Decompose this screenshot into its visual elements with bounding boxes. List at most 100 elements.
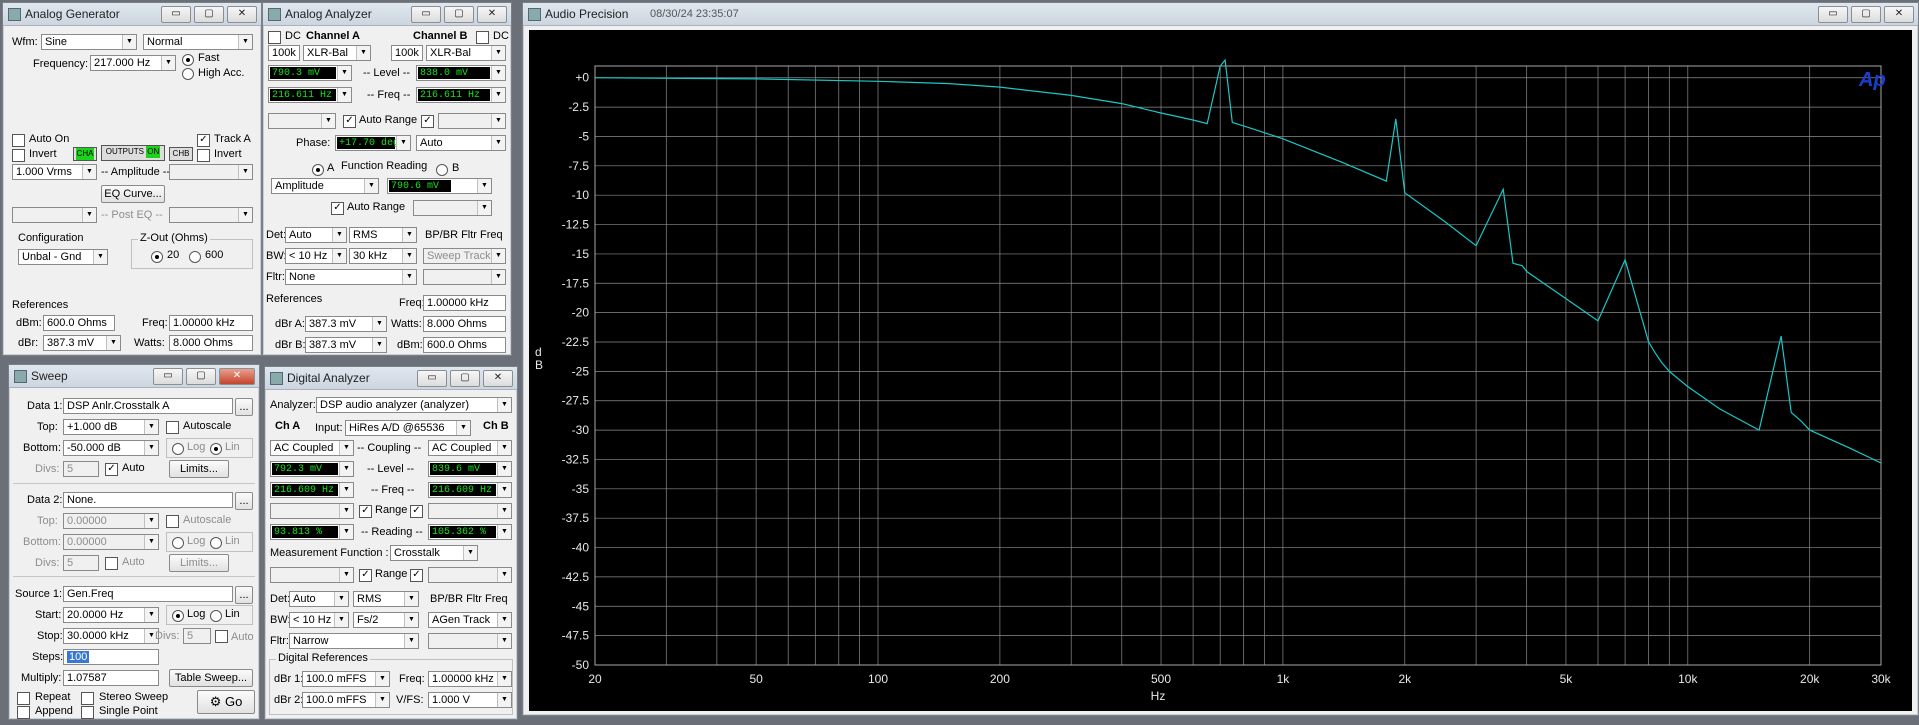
fn-range-b-checkbox[interactable]: ✓	[410, 569, 423, 582]
detector-select[interactable]: Auto ▼	[285, 227, 347, 243]
minimize-button[interactable]: ▭	[161, 6, 191, 23]
vfs-input[interactable]: 1.000 V ▼	[428, 692, 512, 708]
phase-meter[interactable]: +17.70 deg ▼	[335, 135, 411, 151]
limits2-button[interactable]: Limits...	[169, 554, 229, 572]
divs2-input[interactable]: 5	[63, 555, 99, 571]
minimize-button[interactable]: ▭	[153, 368, 183, 385]
track-a-checkbox[interactable]: ✓	[197, 134, 210, 147]
level-b-meter[interactable]: 838.0 mV ▼	[416, 65, 506, 81]
bw-high-select[interactable]: 30 kHz ▼	[349, 248, 417, 264]
steps-input[interactable]: 100	[63, 649, 159, 665]
lin2-radio[interactable]	[210, 537, 222, 549]
measurement-function-select[interactable]: Crosstalk ▼	[390, 545, 478, 561]
freq-a-meter[interactable]: 216.609 Hz ▼	[270, 482, 354, 498]
graph-titlebar[interactable]: Audio Precision 08/30/24 23:35:07 ▭ ▢ ✕	[523, 3, 1918, 26]
data1-field[interactable]: DSP Anlr.Crosstalk A	[63, 398, 233, 414]
dc-b-checkbox[interactable]	[476, 31, 489, 44]
function-range-select[interactable]: ▼	[413, 200, 492, 216]
multiply-input[interactable]: 1.07587	[63, 670, 159, 686]
range-a-select[interactable]: ▼	[270, 503, 354, 519]
amplitude-b-select[interactable]: ▼	[169, 164, 253, 180]
freq-b-meter[interactable]: 216.611 Hz ▼	[416, 87, 506, 103]
data2-browse-button[interactable]: ...	[235, 492, 253, 510]
auto-range-b-checkbox[interactable]: ✓	[421, 115, 434, 128]
dbm-ref-input[interactable]: 600.0 Ohms	[43, 315, 115, 331]
impedance-a-select[interactable]: 100k	[268, 45, 300, 61]
limits-button[interactable]: Limits...	[169, 460, 229, 478]
append-checkbox[interactable]	[17, 706, 30, 719]
level-a-meter[interactable]: 792.3 mV ▼	[270, 461, 354, 477]
reading-a-meter[interactable]: 93.813 % ▼	[270, 524, 354, 540]
post-eq-a-select[interactable]: ▼	[12, 207, 97, 223]
function-select[interactable]: Amplitude ▼	[271, 178, 379, 194]
repeat-checkbox[interactable]	[17, 692, 30, 705]
auto-divs2-checkbox[interactable]	[105, 557, 118, 570]
stop-input[interactable]: 30.0000 kHz ▼	[63, 628, 159, 644]
fn-range-a-select[interactable]: ▼	[270, 567, 354, 583]
fn-range-b-select[interactable]: ▼	[428, 567, 512, 583]
source1-browse-button[interactable]: ...	[235, 586, 253, 604]
sweep-titlebar[interactable]: Sweep ▭ ▢ ✕	[9, 365, 259, 388]
fn-range-a-checkbox[interactable]: ✓	[359, 569, 372, 582]
impedance-b-select[interactable]: 100k	[391, 45, 423, 61]
autoscale2-checkbox[interactable]	[166, 515, 179, 528]
reading-b-meter[interactable]: 105.362 % ▼	[428, 524, 512, 540]
dbr2-input[interactable]: 100.0 mFFS ▼	[302, 692, 390, 708]
gen-mode-select[interactable]: Normal ▼	[143, 34, 253, 50]
function-meter[interactable]: 790.6 mV ▼	[387, 178, 492, 194]
freq-a-meter[interactable]: 216.611 Hz ▼	[268, 87, 352, 103]
source1-field[interactable]: Gen.Freq	[63, 586, 233, 602]
range-a-checkbox[interactable]: ✓	[359, 505, 372, 518]
high-acc-radio[interactable]	[182, 68, 194, 80]
detector-select[interactable]: Auto ▼	[289, 591, 349, 607]
input-a-select[interactable]: XLR-Bal ▼	[303, 45, 371, 61]
start-input[interactable]: 20.0000 Hz ▼	[63, 607, 159, 623]
watts-input[interactable]: 8.000 Ohms	[423, 316, 506, 332]
maximize-button[interactable]: ▢	[186, 368, 216, 385]
maximize-button[interactable]: ▢	[1851, 6, 1881, 23]
outputs-button[interactable]: OUTPUTS ON	[101, 145, 165, 161]
divs-input[interactable]: 5	[63, 461, 99, 477]
freq-ref-input[interactable]: 1.00000 kHz	[423, 295, 506, 311]
freq-ref-input[interactable]: 1.00000 kHz	[169, 315, 253, 331]
coupling-b-select[interactable]: AC Coupled ▼	[428, 440, 512, 456]
data2-field[interactable]: None.	[63, 492, 233, 508]
dbr1-input[interactable]: 100.0 mFFS ▼	[302, 671, 390, 687]
close-button[interactable]: ✕	[477, 6, 507, 23]
single-point-checkbox[interactable]	[81, 706, 94, 719]
sweep-lin-radio[interactable]	[210, 610, 222, 622]
bw-high-select[interactable]: Fs/2 ▼	[353, 612, 419, 628]
auto-range-a-checkbox[interactable]: ✓	[343, 115, 356, 128]
range-a-select[interactable]: ▼	[268, 113, 336, 129]
eq-curve-button[interactable]: EQ Curve...	[101, 185, 165, 203]
log-radio[interactable]	[172, 443, 184, 455]
auto-range-fn-checkbox[interactable]: ✓	[331, 202, 344, 215]
dc-a-checkbox[interactable]	[268, 31, 281, 44]
z600-radio[interactable]	[189, 251, 201, 263]
close-button[interactable]: ✕	[227, 6, 257, 23]
data1-browse-button[interactable]: ...	[235, 398, 253, 416]
agen-track-select[interactable]: AGen Track ▼	[428, 612, 512, 628]
function-b-radio[interactable]	[436, 164, 448, 176]
autoscale-checkbox[interactable]	[166, 421, 179, 434]
range-b-checkbox[interactable]: ✓	[410, 505, 423, 518]
input-b-select[interactable]: XLR-Bal ▼	[426, 45, 506, 61]
minimize-button[interactable]: ▭	[417, 370, 447, 387]
coupling-a-select[interactable]: AC Coupled ▼	[270, 440, 354, 456]
table-sweep-button[interactable]: Table Sweep...	[169, 669, 253, 687]
go-button[interactable]: ⚙ Go	[197, 690, 255, 714]
post-eq-b-select[interactable]: ▼	[169, 207, 253, 223]
close-button[interactable]: ✕	[483, 370, 513, 387]
dbm-input[interactable]: 600.0 Ohms	[423, 337, 506, 353]
crosstalk-chart[interactable]: +0 -2.5 -5 -7.5 -10 -12.5 -15 -17.5 -20 -22.5 -25 -…	[529, 30, 1912, 711]
range-b-select[interactable]: ▼	[428, 503, 512, 519]
analog-generator-titlebar[interactable]: Analog Generator ▭ ▢ ✕	[3, 3, 261, 26]
minimize-button[interactable]: ▭	[411, 6, 441, 23]
divs3-input[interactable]: 5	[183, 628, 211, 644]
bw-low-select[interactable]: < 10 Hz ▼	[289, 612, 349, 628]
maximize-button[interactable]: ▢	[450, 370, 480, 387]
z20-radio[interactable]	[151, 251, 163, 263]
waveform-select[interactable]: Sine ▼	[41, 34, 137, 50]
close-button[interactable]: ✕	[1884, 6, 1914, 23]
dbr-a-input[interactable]: 387.3 mV ▼	[305, 316, 387, 332]
